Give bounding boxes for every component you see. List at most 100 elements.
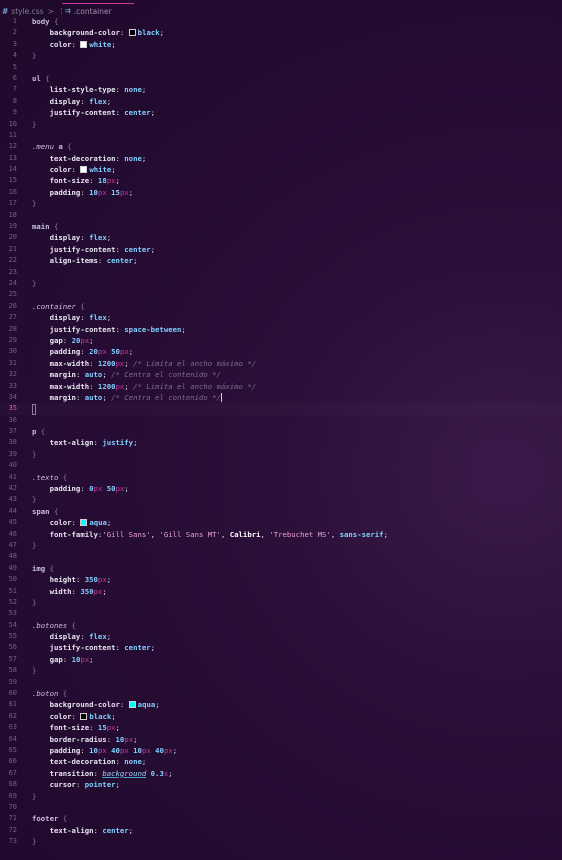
code-line[interactable]: 38 text-align: justify; [0, 437, 562, 448]
number-value: 15 [111, 187, 120, 197]
code-line[interactable]: 73} [0, 836, 562, 847]
code-line[interactable]: 32 margin: auto; /* Centra el contenido … [0, 369, 562, 380]
selector: main [32, 222, 50, 232]
code-line[interactable]: 44 span { [0, 506, 562, 517]
code-line[interactable]: 16 padding: 10px 15px; [0, 187, 562, 198]
code-line[interactable]: 68 cursor: pointer; [0, 779, 562, 790]
code-line[interactable]: 6 ul { [0, 73, 562, 84]
code-line[interactable]: 34 margin: auto; /* Centra el contenido … [0, 392, 562, 403]
code-line[interactable]: 65 padding: 10px 40px 10px 40px; [0, 745, 562, 756]
code-line[interactable]: 19 main { [0, 221, 562, 232]
color-swatch-icon[interactable] [80, 166, 88, 174]
code-line[interactable]: 45 color: aqua; [0, 517, 562, 528]
code-line[interactable]: 26 .container { [0, 301, 562, 312]
code-line[interactable]: 27 display: flex; [0, 312, 562, 323]
code-line[interactable]: 43} [0, 494, 562, 505]
code-line[interactable]: 58} [0, 665, 562, 676]
punctuation: , [220, 529, 230, 539]
code-line[interactable]: 46 font-family:'Gill Sans', 'Gill Sans M… [0, 529, 562, 540]
color-swatch-icon[interactable] [80, 519, 88, 527]
code-line[interactable]: 63 font-size: 15px; [0, 722, 562, 733]
code-line[interactable]: 37 p { [0, 426, 562, 437]
code-line[interactable]: 28 justify-content: space-between; [0, 324, 562, 335]
code-line[interactable]: 48 [0, 551, 562, 562]
code-line[interactable]: 42 padding: 0px 50px; [0, 483, 562, 494]
code-line[interactable]: 61 background-color: aqua; [0, 699, 562, 710]
code-line[interactable]: 18 [0, 210, 562, 221]
code-line[interactable]: 56 justify-content: center; [0, 642, 562, 653]
code-line[interactable]: 4} [0, 50, 562, 61]
code-line[interactable]: 53 [0, 608, 562, 619]
punctuation: : [75, 370, 85, 380]
code-line[interactable]: 15 font-size: 18px; [0, 175, 562, 186]
code-line[interactable]: 67 transition: background 0.3s; [0, 768, 562, 779]
code-line[interactable]: 9 justify-content: center; [0, 107, 562, 118]
code-line[interactable]: 35 [0, 403, 562, 415]
code-line[interactable]: 2 background-color: black; [0, 27, 562, 38]
code-line[interactable]: 59 [0, 677, 562, 688]
code-line[interactable]: 39} [0, 449, 562, 460]
code-line[interactable]: 12 .menu a { [0, 141, 562, 152]
punctuation: : [115, 757, 125, 767]
code-line[interactable]: 60 .boton { [0, 688, 562, 699]
code-line[interactable]: 69} [0, 791, 562, 802]
color-swatch-icon[interactable] [80, 712, 88, 720]
property-name: transition [49, 768, 94, 778]
code-line[interactable]: 33 max-width: 1200px; /* Limita el ancho… [0, 381, 562, 392]
line-number: 44 [8, 506, 17, 515]
code-line[interactable]: 55 display: flex; [0, 631, 562, 642]
punctuation: ; [128, 347, 134, 357]
code-line[interactable]: 7 list-style-type: none; [0, 84, 562, 95]
code-line[interactable]: 72 text-align: center; [0, 825, 562, 836]
line-number: 19 [8, 222, 17, 231]
code-line[interactable]: 36 [0, 415, 562, 426]
code-line[interactable]: 10} [0, 119, 562, 130]
code-line[interactable]: 57 gap: 10px; [0, 654, 562, 665]
line-code: font-size: 18px; [32, 175, 120, 186]
color-swatch-icon[interactable] [128, 29, 136, 37]
code-line[interactable]: 40 [0, 460, 562, 471]
code-line[interactable]: 71 footer { [0, 813, 562, 824]
code-line[interactable]: 52} [0, 597, 562, 608]
code-line[interactable]: 20 display: flex; [0, 232, 562, 243]
code-line[interactable]: 21 justify-content: center; [0, 244, 562, 255]
code-line[interactable]: 50 height: 350px; [0, 574, 562, 585]
code-line[interactable]: 14 color: white; [0, 164, 562, 175]
code-editor[interactable]: 1 body {2 background-color: black; 3 color… [0, 16, 562, 848]
code-line[interactable]: 24} [0, 278, 562, 289]
code-line[interactable]: 13 text-decoration: none; [0, 153, 562, 164]
code-line[interactable]: 8 display: flex; [0, 96, 562, 107]
property-value: flex [89, 632, 107, 642]
brace: { [40, 73, 50, 83]
code-line[interactable]: 22 align-items: center; [0, 255, 562, 266]
code-line[interactable]: 17} [0, 198, 562, 209]
code-line[interactable]: 1 body { [0, 16, 562, 27]
code-line[interactable]: 51 width: 350px; [0, 586, 562, 597]
code-line[interactable]: 66 text-decoration: none; [0, 756, 562, 767]
code-line[interactable]: 70 [0, 802, 562, 813]
code-line[interactable]: 23 [0, 267, 562, 278]
breadcrumb-file[interactable]: style.css [11, 7, 43, 16]
property-name: margin [49, 392, 76, 402]
code-line[interactable]: 31 max-width: 1200px; /* Limita el ancho… [0, 358, 562, 369]
code-line[interactable]: 64 border-radius: 10px; [0, 734, 562, 745]
code-line[interactable]: 41 .texto { [0, 472, 562, 483]
brace: } [32, 278, 37, 288]
line-code: body { [32, 16, 58, 27]
code-line[interactable]: 49 img { [0, 563, 562, 574]
code-line[interactable]: 11 [0, 130, 562, 141]
code-line[interactable]: 3 color: white; [0, 39, 562, 50]
code-line[interactable]: 29 gap: 20px; [0, 335, 562, 346]
color-swatch-icon[interactable] [80, 40, 88, 48]
code-line[interactable]: 30 padding: 20px 50px; [0, 346, 562, 357]
code-line[interactable]: 5 [0, 62, 562, 73]
code-line[interactable]: 54 .botones { [0, 620, 562, 631]
code-line[interactable]: 62 color: black; [0, 711, 562, 722]
color-swatch-icon[interactable] [128, 701, 136, 709]
selector: ul [32, 73, 41, 83]
line-code [32, 403, 36, 415]
breadcrumb-symbol[interactable]: .container [74, 7, 112, 16]
code-line[interactable]: 25 [0, 289, 562, 300]
code-line[interactable]: 47} [0, 540, 562, 551]
